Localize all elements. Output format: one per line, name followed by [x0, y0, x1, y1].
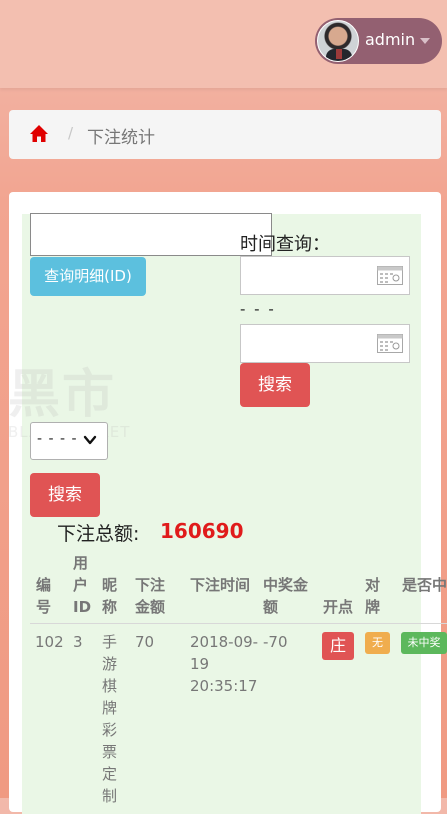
breadcrumb: / 下注统计 [9, 110, 441, 159]
open-point-badge: 庄 [322, 632, 354, 660]
date-search-button[interactable]: 搜索 [240, 363, 310, 407]
start-date-input[interactable] [240, 256, 410, 295]
home-icon[interactable] [29, 124, 49, 144]
breadcrumb-separator: / [68, 124, 74, 142]
watermark-text: 黑市 [8, 365, 117, 425]
query-detail-button[interactable]: 查询明细(ID) [30, 257, 146, 296]
search-button[interactable]: 搜索 [30, 473, 100, 517]
user-menu[interactable]: admin [315, 18, 442, 64]
date-range-separator: - - - [240, 300, 276, 318]
cell-win-amount: -70 [263, 633, 288, 651]
table-header-divider [30, 623, 447, 624]
cell-nickname: 手游棋牌彩票定制 [102, 633, 118, 805]
calendar-icon[interactable] [377, 334, 403, 353]
end-date-input[interactable] [240, 324, 410, 363]
column-header-id: 编号 [36, 576, 52, 616]
total-bet-label: 下注总额: [57, 523, 140, 545]
avatar [317, 20, 359, 62]
user-name: admin [365, 30, 416, 49]
column-header-bet-amount: 下注金额 [135, 576, 166, 616]
column-header-nickname: 昵称 [102, 576, 118, 616]
cell-id: 102 [35, 633, 64, 651]
time-query-label: 时间查询： [240, 234, 330, 255]
cell-user-id: 3 [73, 633, 83, 651]
total-bet-value: 160690 [160, 519, 244, 543]
column-header-win-amount: 中奖金额 [263, 576, 309, 616]
win-status-badge: 未中奖 [401, 632, 447, 654]
filter-select[interactable]: - - - - [30, 422, 108, 460]
column-header-bet-time: 下注时间 [190, 576, 251, 594]
calendar-icon[interactable] [377, 266, 403, 285]
cell-bet-amount: 70 [135, 633, 155, 651]
breadcrumb-current: 下注统计 [87, 128, 155, 148]
column-header-user-id: 用户ID [73, 554, 92, 616]
chevron-down-icon [420, 38, 430, 44]
user-id-input[interactable] [30, 213, 272, 256]
cell-bet-time: 2018-09-19 20:35:17 [190, 633, 259, 695]
select-value: - - - - [37, 431, 78, 447]
column-header-is-win: 是否中奖 [402, 576, 447, 594]
column-header-open-point: 开点 [323, 598, 354, 616]
chevron-down-icon [83, 435, 97, 445]
column-header-pair: 对牌 [365, 576, 381, 616]
pair-badge: 无 [365, 632, 390, 654]
